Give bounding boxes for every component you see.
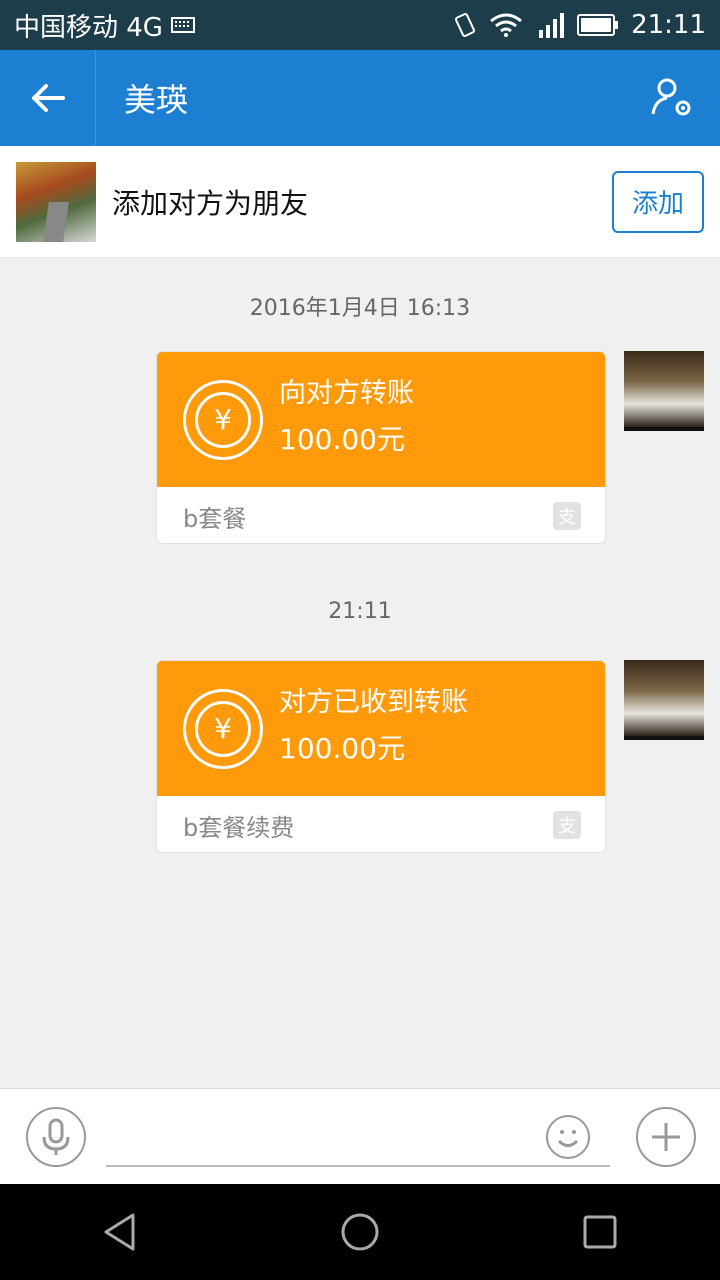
transfer-card-header: ¥ 对方已收到转账 100.00元	[157, 661, 605, 796]
input-bar	[0, 1088, 720, 1184]
add-friend-bar: 添加对方为朋友 添加	[0, 146, 720, 258]
signal-icon	[539, 13, 565, 38]
transfer-card-header: ¥ 向对方转账 100.00元	[157, 352, 605, 487]
arrow-left-icon	[31, 84, 65, 112]
square-recents-icon	[583, 1215, 617, 1249]
transfer-note: b套餐续费	[183, 813, 295, 842]
transfer-title: 向对方转账	[279, 377, 414, 409]
system-nav-bar	[0, 1184, 720, 1280]
transfer-icon: ¥	[183, 688, 263, 769]
keyboard-icon	[170, 17, 195, 33]
avatar[interactable]	[624, 351, 704, 431]
nav-recents-button[interactable]	[568, 1200, 632, 1264]
yuan-icon: ¥	[195, 700, 251, 757]
add-friend-button[interactable]: 添加	[612, 170, 704, 233]
message-timestamp: 2016年1月4日 16:13	[249, 296, 471, 321]
nav-home-button[interactable]	[328, 1200, 392, 1264]
triangle-back-icon	[104, 1213, 135, 1251]
circle-home-icon	[341, 1213, 379, 1251]
avatar[interactable]	[624, 660, 704, 740]
status-right: 21:11	[453, 10, 706, 40]
plus-icon	[652, 1122, 680, 1151]
status-bar: 中国移动 4G 21:11	[0, 0, 720, 50]
microphone-icon	[42, 1118, 70, 1155]
transfer-info: 对方已收到转账 100.00元	[263, 683, 468, 775]
yuan-icon: ¥	[195, 391, 251, 448]
transfer-note: b套餐	[183, 504, 247, 533]
nav-back-button[interactable]	[88, 1200, 152, 1264]
page-title: 美瑛	[124, 81, 189, 119]
status-left: 中国移动 4G	[14, 7, 453, 44]
vibrate-icon	[455, 13, 476, 37]
bubble-tail	[605, 691, 606, 715]
transfer-info: 向对方转账 100.00元	[263, 374, 414, 466]
contact-avatar[interactable]	[16, 161, 96, 242]
message-timestamp: 21:11	[328, 599, 392, 624]
profile-settings-button[interactable]	[624, 50, 720, 146]
person-gear-icon	[651, 78, 691, 116]
transfer-amount: 100.00元	[279, 422, 405, 456]
carrier-label: 中国移动 4G	[14, 12, 163, 43]
transfer-title: 对方已收到转账	[279, 686, 468, 718]
status-time: 21:11	[631, 10, 706, 40]
battery-icon	[577, 14, 619, 36]
wifi-icon	[490, 13, 522, 37]
alipay-icon: 支	[553, 502, 581, 530]
transfer-card-footer: b套餐续费 支	[157, 796, 605, 852]
bubble-tail	[605, 382, 606, 406]
transfer-amount: 100.00元	[279, 731, 405, 765]
add-friend-prompt: 添加对方为朋友	[112, 186, 309, 220]
alipay-icon: 支	[553, 811, 581, 839]
transfer-icon: ¥	[183, 379, 263, 460]
back-button[interactable]	[0, 50, 96, 146]
transfer-card-footer: b套餐 支	[157, 487, 605, 543]
app-bar: 美瑛	[0, 50, 720, 146]
more-button[interactable]	[636, 1106, 696, 1167]
smiley-icon[interactable]	[546, 1114, 590, 1159]
voice-button[interactable]	[26, 1106, 86, 1167]
message-input[interactable]	[106, 1107, 610, 1167]
transfer-card[interactable]: ¥ 对方已收到转账 100.00元 b套餐续费 支	[156, 660, 606, 853]
transfer-card[interactable]: ¥ 向对方转账 100.00元 b套餐 支	[156, 351, 606, 544]
